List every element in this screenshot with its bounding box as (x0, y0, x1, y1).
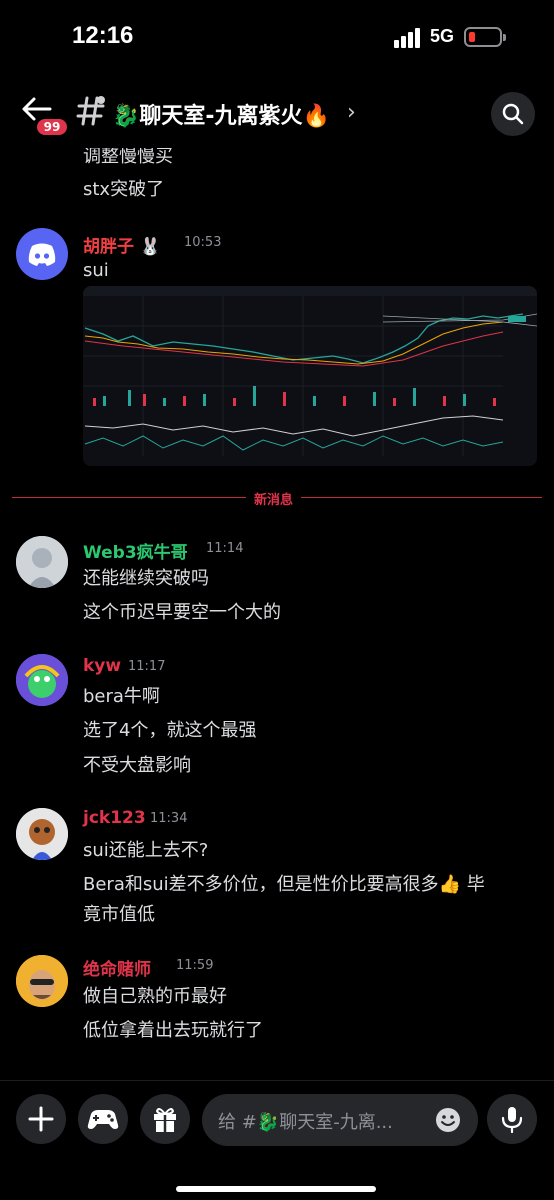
unread-badge: 99 (34, 116, 70, 138)
message-timestamp: 10:53 (184, 235, 222, 250)
message-line: 低位拿着出去玩就行了 (83, 1020, 263, 1041)
home-indicator (176, 1186, 376, 1192)
author-name[interactable]: 绝命赌师 (83, 955, 151, 980)
avatar[interactable] (16, 808, 68, 860)
activities-button[interactable] (78, 1094, 128, 1144)
channel-title[interactable]: 🐉聊天室-九离紫火🔥 (112, 98, 330, 130)
avatar[interactable] (16, 228, 68, 280)
avatar-image (16, 654, 68, 706)
signal-strength-icon (394, 28, 422, 48)
avatar-image (16, 955, 68, 1007)
author-name[interactable]: Web3疯牛哥 (83, 538, 188, 563)
gift-button[interactable] (140, 1094, 190, 1144)
voice-message-button[interactable] (487, 1094, 537, 1144)
status-bar: 12:16 5G (0, 0, 554, 75)
add-attachment-button[interactable] (16, 1094, 66, 1144)
channel-header: 99 🐉聊天室-九离紫火🔥 › (0, 80, 554, 145)
message-line: 调整慢慢买 (83, 146, 173, 167)
emoji-icon[interactable] (434, 1106, 462, 1134)
message-timestamp: 11:14 (206, 541, 244, 556)
candlestick-chart-thumbnail (83, 286, 537, 466)
composer-bar: 给 #🐉聊天室-九离... (0, 1080, 554, 1200)
message-line: 竟市值低 (83, 904, 155, 925)
avatar[interactable] (16, 536, 68, 588)
avatar[interactable] (16, 654, 68, 706)
message-timestamp: 11:59 (176, 958, 214, 973)
message-line: 还能继续突破吗 (83, 568, 209, 589)
plus-icon (28, 1106, 54, 1132)
chevron-right-icon[interactable]: › (347, 100, 356, 125)
chart-image-attachment[interactable] (83, 286, 537, 466)
status-time: 12:16 (72, 22, 134, 49)
message-list[interactable]: 调整慢慢买 stx突破了 胡胖子 🐰 10:53 sui 新消息 Web3疯牛哥… (0, 140, 554, 1080)
avatar-image (16, 808, 68, 860)
gamepad-icon (87, 1110, 119, 1129)
message-line: bera牛啊 (83, 686, 160, 707)
network-type: 5G (430, 26, 455, 46)
message-line: 选了4个，就这个最强 (83, 720, 257, 741)
author-name[interactable]: jck123 (83, 808, 146, 828)
avatar[interactable] (16, 955, 68, 1007)
gift-icon (154, 1108, 176, 1132)
message-line: 这个币迟早要空一个大的 (83, 602, 281, 623)
message-line: Bera和sui差不多价位，但是性价比要高很多👍 毕 (83, 874, 485, 895)
discord-logo-icon (28, 243, 56, 266)
battery-icon (464, 27, 506, 47)
message-input[interactable]: 给 #🐉聊天室-九离... (202, 1094, 478, 1146)
message-line: stx突破了 (83, 179, 165, 200)
search-icon (502, 103, 524, 125)
microphone-icon (501, 1107, 523, 1134)
message-input-placeholder: 给 #🐉聊天室-九离... (218, 1112, 393, 1133)
message-line: sui还能上去不? (83, 840, 209, 861)
message-line: 做自己熟的币最好 (83, 986, 227, 1007)
message-timestamp: 11:17 (128, 659, 166, 674)
message-timestamp: 11:34 (150, 811, 188, 826)
message-line: sui (83, 260, 109, 281)
message-line: 不受大盘影响 (83, 755, 191, 776)
author-name[interactable]: 胡胖子 🐰 (83, 232, 161, 257)
author-name[interactable]: kyw (83, 656, 121, 676)
new-messages-label: 新消息 (246, 489, 302, 508)
search-button[interactable] (491, 92, 535, 136)
channel-hash-icon (76, 96, 105, 126)
avatar-image (16, 536, 68, 588)
